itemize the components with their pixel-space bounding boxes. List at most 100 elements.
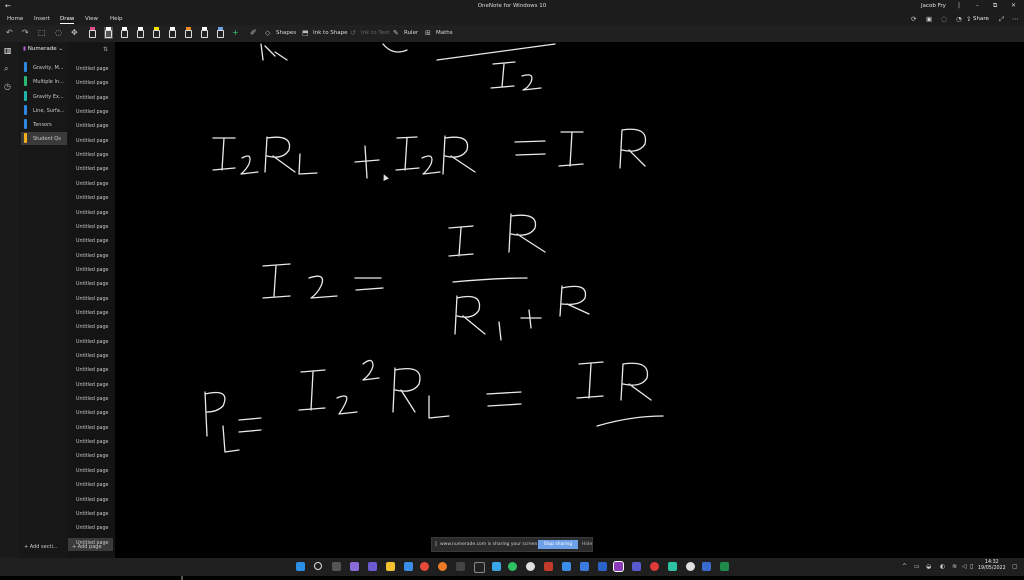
teams-icon[interactable] bbox=[632, 562, 641, 571]
select-icon[interactable]: ⬚ bbox=[38, 28, 46, 37]
sync-icon[interactable]: ⟳ bbox=[911, 15, 916, 23]
file-explorer-icon[interactable] bbox=[386, 562, 395, 571]
tray-icon[interactable]: ◐ bbox=[940, 563, 945, 570]
whatsapp-icon[interactable] bbox=[508, 562, 517, 571]
sort-icon[interactable]: ⇅ bbox=[103, 46, 108, 53]
mail-icon[interactable] bbox=[404, 562, 413, 571]
page-item[interactable]: Untitled page bbox=[68, 394, 113, 407]
undo-icon[interactable]: ↶ bbox=[6, 28, 13, 37]
onenote-icon[interactable] bbox=[613, 561, 624, 572]
page-item[interactable]: Untitled page bbox=[68, 380, 113, 393]
add-pen-icon[interactable]: + bbox=[232, 28, 239, 37]
page-item[interactable]: Untitled page bbox=[68, 222, 113, 235]
page-item[interactable]: Untitled page bbox=[68, 437, 113, 450]
highlighter-yellow[interactable] bbox=[152, 27, 161, 39]
page-item[interactable]: Untitled page bbox=[68, 480, 113, 493]
shapes-button[interactable]: Shapes bbox=[276, 30, 296, 36]
task-view-icon[interactable] bbox=[332, 562, 341, 571]
excel-icon[interactable] bbox=[720, 562, 729, 571]
teams-chat-icon[interactable] bbox=[368, 562, 377, 571]
app-icon[interactable] bbox=[580, 562, 589, 571]
notebooks-icon[interactable]: ▥ bbox=[4, 46, 12, 55]
page-item[interactable]: Untitled page bbox=[68, 121, 113, 134]
app-icon[interactable] bbox=[526, 562, 535, 571]
widgets-icon[interactable] bbox=[350, 562, 359, 571]
notifications-icon[interactable]: ▢ bbox=[1012, 563, 1018, 570]
section-item-active[interactable]: Student Qs bbox=[21, 132, 67, 145]
page-item[interactable]: Untitled page bbox=[68, 150, 113, 163]
fullscreen-icon[interactable]: ⤢ bbox=[999, 15, 1004, 24]
page-item[interactable]: Untitled page bbox=[68, 365, 113, 378]
add-page-button[interactable]: + Add page bbox=[72, 544, 102, 550]
notebooks-icon[interactable]: ▣ bbox=[926, 15, 932, 23]
lightbulb-icon[interactable]: ◌ bbox=[941, 15, 947, 23]
app-icon[interactable] bbox=[562, 562, 571, 571]
eraser-icon[interactable]: ✐ bbox=[250, 28, 257, 37]
page-item[interactable]: Untitled page bbox=[68, 179, 113, 192]
page-item[interactable]: Untitled page bbox=[68, 193, 113, 206]
page-item[interactable]: Untitled page bbox=[68, 466, 113, 479]
pen-tool-orange[interactable] bbox=[184, 27, 193, 39]
bell-icon[interactable]: ◔ bbox=[956, 15, 962, 23]
redo-icon[interactable]: ↷ bbox=[22, 28, 29, 37]
app-icon[interactable] bbox=[492, 562, 501, 571]
page-item[interactable]: Untitled page bbox=[68, 279, 113, 292]
pen-tool-white-2[interactable] bbox=[136, 27, 145, 39]
page-item[interactable]: Untitled page bbox=[68, 308, 113, 321]
section-item[interactable]: Tensors bbox=[21, 118, 67, 131]
ruler-button[interactable]: Ruler bbox=[404, 30, 418, 36]
tray-icon[interactable]: ▭ bbox=[914, 563, 920, 570]
hide-button[interactable]: Hide bbox=[582, 542, 592, 547]
page-item[interactable]: Untitled page bbox=[68, 495, 113, 508]
terminal-icon[interactable] bbox=[474, 562, 485, 573]
maximize-icon[interactable]: ⧉ bbox=[993, 2, 997, 10]
tab-home[interactable]: Home bbox=[7, 16, 23, 22]
section-item[interactable]: Gravity Ex... bbox=[21, 90, 67, 103]
page-item[interactable]: Untitled page bbox=[68, 523, 113, 536]
lasso-icon[interactable]: ◌ bbox=[55, 28, 62, 37]
app-icon[interactable] bbox=[650, 562, 659, 571]
minimize-icon[interactable]: – bbox=[976, 2, 979, 9]
search-icon[interactable] bbox=[314, 562, 322, 570]
pen-tool-white-selected[interactable] bbox=[104, 27, 113, 39]
tab-help[interactable]: Help bbox=[110, 16, 123, 22]
tray-icon[interactable]: ◒ bbox=[926, 563, 931, 570]
pen-tool-blue[interactable] bbox=[216, 27, 225, 39]
section-item[interactable]: Line, Surfa... bbox=[21, 104, 67, 117]
page-item[interactable]: Untitled page bbox=[68, 236, 113, 249]
section-item[interactable]: Multiple In... bbox=[21, 75, 67, 88]
page-item[interactable]: Untitled page bbox=[68, 78, 113, 91]
page-item[interactable]: Untitled page bbox=[68, 107, 113, 120]
pen-tool-white-4[interactable] bbox=[200, 27, 209, 39]
firefox-icon[interactable] bbox=[438, 562, 447, 571]
pen-tool-white-3[interactable] bbox=[168, 27, 177, 39]
page-item[interactable]: Untitled page bbox=[68, 509, 113, 522]
page-item[interactable]: Untitled page bbox=[68, 294, 113, 307]
page-item[interactable]: Untitled page bbox=[68, 337, 113, 350]
tab-draw[interactable]: Draw bbox=[60, 16, 75, 24]
maths-button[interactable]: Maths bbox=[436, 30, 453, 36]
add-section-button[interactable]: + Add secti... bbox=[24, 544, 58, 550]
page-item[interactable]: Untitled page bbox=[68, 451, 113, 464]
add-space-icon[interactable]: ✥ bbox=[71, 28, 78, 37]
volume-icon[interactable]: ◁ bbox=[962, 563, 967, 570]
note-canvas[interactable] bbox=[115, 42, 1024, 558]
section-item[interactable]: Gravity, M... bbox=[21, 61, 67, 74]
page-item[interactable]: Untitled page bbox=[68, 164, 113, 177]
page-item[interactable]: Untitled page bbox=[68, 208, 113, 221]
app-icon[interactable] bbox=[686, 562, 695, 571]
wifi-icon[interactable]: ≋ bbox=[952, 563, 957, 570]
app-icon[interactable] bbox=[544, 562, 553, 571]
page-item[interactable]: Untitled page bbox=[68, 423, 113, 436]
app-icon[interactable] bbox=[668, 562, 677, 571]
page-item[interactable]: Untitled page bbox=[68, 136, 113, 149]
chrome-icon[interactable] bbox=[420, 562, 429, 571]
ink-to-shape-button[interactable]: Ink to Shape bbox=[313, 30, 348, 36]
close-icon[interactable]: ✕ bbox=[1011, 2, 1016, 9]
battery-icon[interactable]: ▯ bbox=[970, 563, 973, 570]
app-icon[interactable] bbox=[456, 562, 465, 571]
page-item[interactable]: Untitled page bbox=[68, 251, 113, 264]
user-name[interactable]: Jacob Fry bbox=[921, 3, 946, 9]
search-icon[interactable]: ⌕ bbox=[4, 64, 8, 74]
more-icon[interactable]: ⋯ bbox=[1012, 15, 1019, 23]
